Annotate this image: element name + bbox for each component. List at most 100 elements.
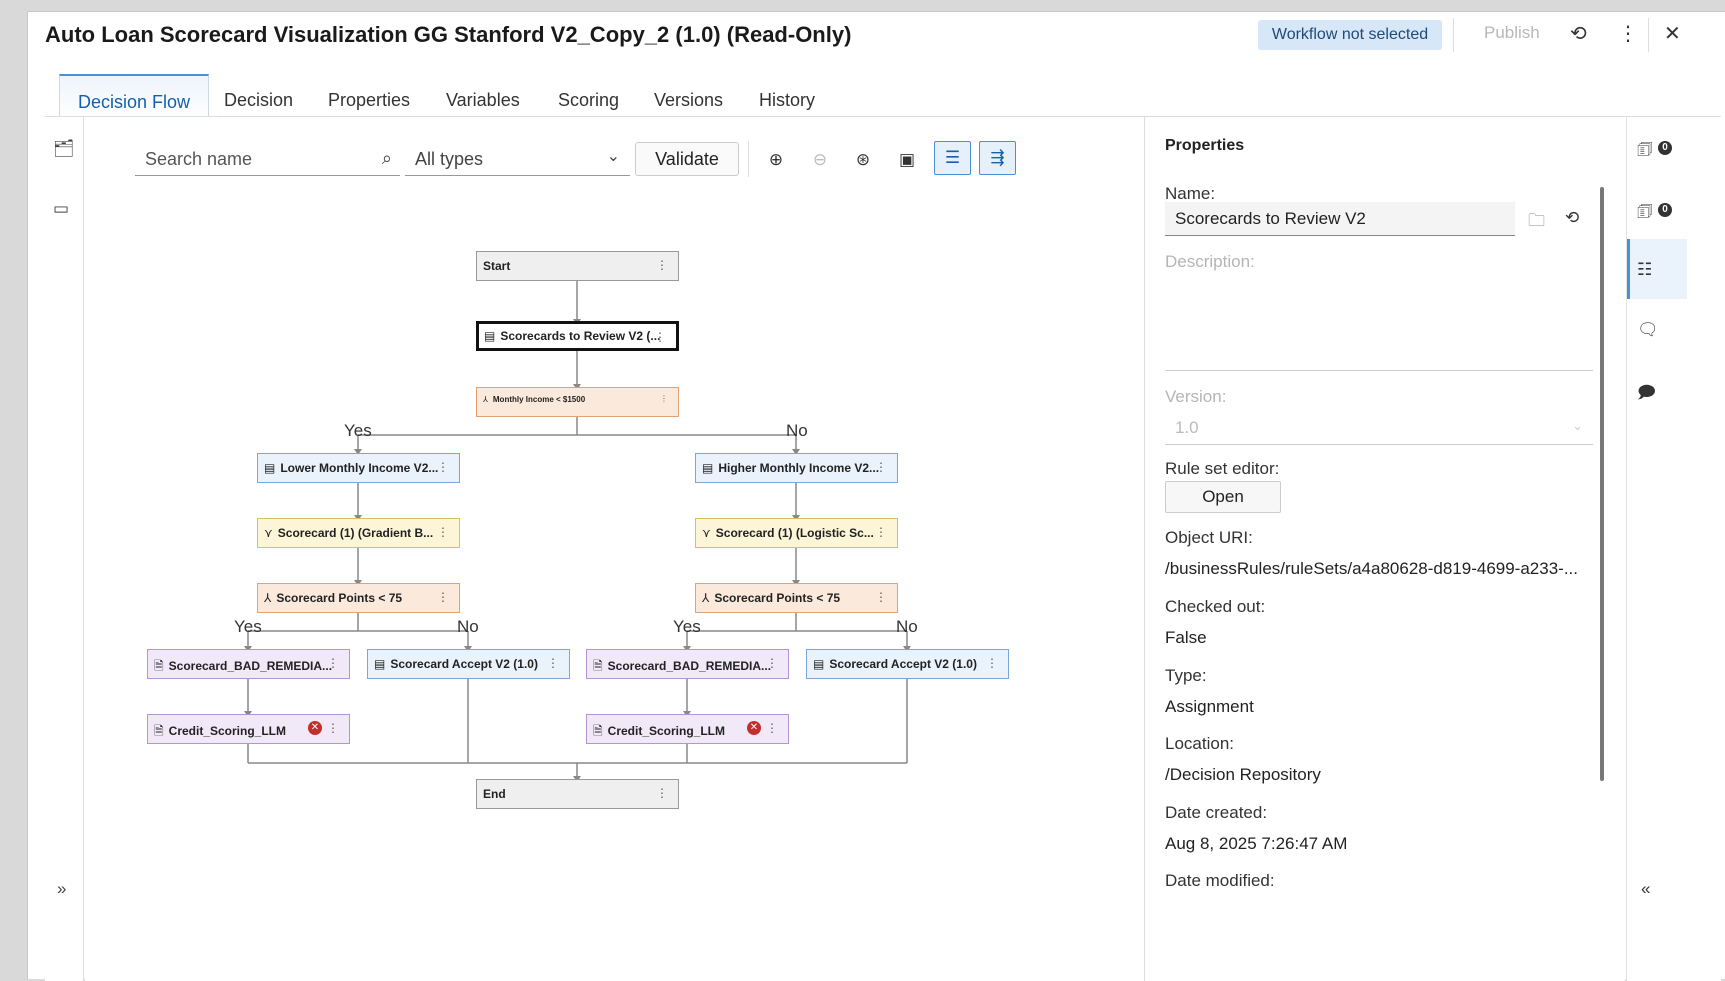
location-value: /Decision Repository [1165, 765, 1321, 784]
name-field[interactable]: Scorecards to Review V2 [1165, 202, 1515, 236]
more-icon[interactable]: ⋮ [656, 786, 668, 800]
flow-node-accept-right[interactable]: ▤ Scorecard Accept V2 (1.0) ⋮ [806, 649, 1009, 679]
tab-history[interactable]: History [741, 74, 833, 120]
flow-node-lower-income[interactable]: ▤ Lower Monthly Income V2... ⋮ [257, 453, 460, 483]
flow-node-llm-left[interactable]: 🗎 Credit_Scoring_LLM ✕ ⋮ [147, 714, 350, 744]
ruleset-icon: ▤ [264, 461, 276, 475]
node-label: Credit_Scoring_LLM [607, 724, 726, 738]
more-icon[interactable]: ⋮ [660, 394, 668, 403]
version-select[interactable]: 1.0 ⌄ [1165, 415, 1593, 445]
tab-variables[interactable]: Variables [428, 74, 538, 120]
flow-canvas[interactable]: Search name ⌕ All types ⌄ Validate ⊕ ⊖ ⊛… [85, 117, 1145, 981]
more-icon[interactable]: ⋮ [766, 721, 778, 735]
comment-icon[interactable]: 🗨 [1637, 320, 1659, 340]
app-window: Auto Loan Scorecard Visualization GG Sta… [27, 11, 1725, 981]
refresh-icon[interactable]: ⟲ [1570, 21, 1587, 46]
chat-icon[interactable]: 🗩 [1637, 380, 1656, 409]
flow-node-accept-left[interactable]: ▤ Scorecard Accept V2 (1.0) ⋮ [367, 649, 570, 679]
description-field[interactable] [1165, 247, 1593, 371]
refresh-icon[interactable]: ⟲ [1565, 208, 1579, 228]
more-icon[interactable]: ⋮ [437, 460, 449, 474]
more-icon[interactable]: ⋮ [875, 525, 887, 539]
flow-connectors [244, 280, 911, 782]
flow-node-llm-right[interactable]: 🗎 Credit_Scoring_LLM ✕ ⋮ [586, 714, 789, 744]
more-icon[interactable]: ⋮ [437, 590, 449, 604]
notes-icon[interactable]: 🗊 [1637, 137, 1653, 166]
flow-node-bad-remedia-left[interactable]: 🗎 Scorecard_BAD_REMEDIA... ⋮ [147, 649, 350, 679]
node-label: End [483, 787, 506, 801]
notes-count-badge: 0 [1658, 141, 1672, 155]
node-label: Scorecard_BAD_REMEDIA... [607, 659, 772, 673]
flow-node-scorecard-logistic[interactable]: ⋎ Scorecard (1) (Logistic Sc... ⋮ [695, 518, 898, 548]
more-icon[interactable]: ⋮ [1618, 21, 1638, 46]
tab-decision[interactable]: Decision [206, 74, 311, 120]
more-icon[interactable]: ⋮ [656, 258, 668, 272]
more-icon[interactable]: ⋮ [654, 330, 666, 344]
properties-tab-active[interactable] [1627, 239, 1687, 299]
version-label: Version: [1165, 387, 1227, 406]
properties-scrollbar[interactable] [1600, 187, 1604, 781]
code-file-icon: 🗎 [154, 659, 164, 673]
node-label: Lower Monthly Income V2... [280, 461, 439, 475]
model-icon: ⋎ [702, 526, 711, 540]
tab-scoring[interactable]: Scoring [540, 74, 637, 120]
properties-title: Properties [1165, 137, 1245, 154]
close-icon[interactable]: ✕ [1664, 21, 1681, 46]
flow-node-ruleset-main[interactable]: ▤ Scorecards to Review V2 (... ⋮ [476, 321, 679, 351]
type-label: Type: [1165, 666, 1207, 685]
checked-out-label: Checked out: [1165, 597, 1266, 616]
folder-icon[interactable]: 🗀 [1528, 208, 1545, 237]
page-title: Auto Loan Scorecard Visualization GG Sta… [45, 22, 852, 47]
ruleset-icon: ▤ [702, 461, 714, 475]
messages-icon[interactable]: 🗊 [1637, 199, 1653, 228]
date-created-label: Date created: [1165, 803, 1268, 822]
more-icon[interactable]: ⋮ [327, 656, 339, 670]
branch-label-no: No [786, 421, 808, 440]
node-label: Monthly Income < $1500 [492, 395, 586, 404]
flow-node-scorecard-gradient[interactable]: ⋎ Scorecard (1) (Gradient B... ⋮ [257, 518, 460, 548]
flow-node-bad-remedia-right[interactable]: 🗎 Scorecard_BAD_REMEDIA... ⋮ [586, 649, 789, 679]
main-content: 🗂 ▭ » Search name ⌕ All types ⌄ Validate… [45, 116, 1721, 981]
date-modified-label: Date modified: [1165, 871, 1275, 890]
date-created-value: Aug 8, 2025 7:26:47 AM [1165, 834, 1348, 853]
ruleset-icon: ▤ [813, 657, 825, 671]
expand-icon[interactable]: » [57, 879, 66, 899]
flow-node-start[interactable]: Start ⋮ [476, 251, 679, 281]
objects-panel-icon[interactable]: 🗂 [53, 139, 75, 159]
more-icon[interactable]: ⋮ [986, 656, 998, 670]
more-icon[interactable]: ⋮ [766, 656, 778, 670]
messages-count-badge: 0 [1658, 203, 1672, 217]
more-icon[interactable]: ⋮ [547, 656, 559, 670]
ruleset-icon: ▤ [484, 329, 496, 343]
node-label: Scorecards to Review V2 (... [500, 329, 661, 343]
flow-node-end[interactable]: End ⋮ [476, 779, 679, 809]
flow-node-condition-income[interactable]: ⅄ Monthly Income < $1500 ⋮ [476, 387, 679, 417]
branch-label-yes: Yes [344, 421, 372, 440]
node-label: Scorecard (1) (Logistic Sc... [715, 526, 874, 540]
location-label: Location: [1165, 734, 1234, 753]
open-button[interactable]: Open [1165, 481, 1281, 513]
flow-node-points-right[interactable]: ⅄ Scorecard Points < 75 ⋮ [695, 583, 898, 613]
more-icon[interactable]: ⋮ [875, 460, 887, 474]
flow-node-higher-income[interactable]: ▤ Higher Monthly Income V2... ⋮ [695, 453, 898, 483]
ruleset-icon: ▤ [374, 657, 386, 671]
publish-button[interactable]: Publish [1484, 23, 1540, 43]
flow-node-points-left[interactable]: ⅄ Scorecard Points < 75 ⋮ [257, 583, 460, 613]
variables-panel-icon[interactable]: ▭ [53, 199, 69, 219]
object-uri-label: Object URI: [1165, 528, 1253, 547]
more-icon[interactable]: ⋮ [327, 721, 339, 735]
collapse-icon[interactable]: « [1641, 879, 1650, 899]
tab-properties[interactable]: Properties [310, 74, 428, 120]
node-label: Scorecard Accept V2 (1.0) [390, 657, 538, 671]
tab-decision-flow[interactable]: Decision Flow [59, 74, 210, 120]
error-icon: ✕ [747, 721, 761, 735]
tab-versions[interactable]: Versions [636, 74, 741, 120]
code-file-icon: 🗎 [593, 659, 603, 673]
more-icon[interactable]: ⋮ [875, 590, 887, 604]
properties-panel-icon[interactable]: ☷ [1637, 260, 1652, 280]
object-uri-value: /businessRules/ruleSets/a4a80628-d819-46… [1165, 559, 1578, 578]
node-label: Scorecard Points < 75 [714, 591, 841, 605]
right-rail: 🗊 0 🗊 0 ☷ 🗨 🗩 « [1626, 117, 1721, 981]
more-icon[interactable]: ⋮ [437, 525, 449, 539]
checked-out-value: False [1165, 628, 1207, 647]
